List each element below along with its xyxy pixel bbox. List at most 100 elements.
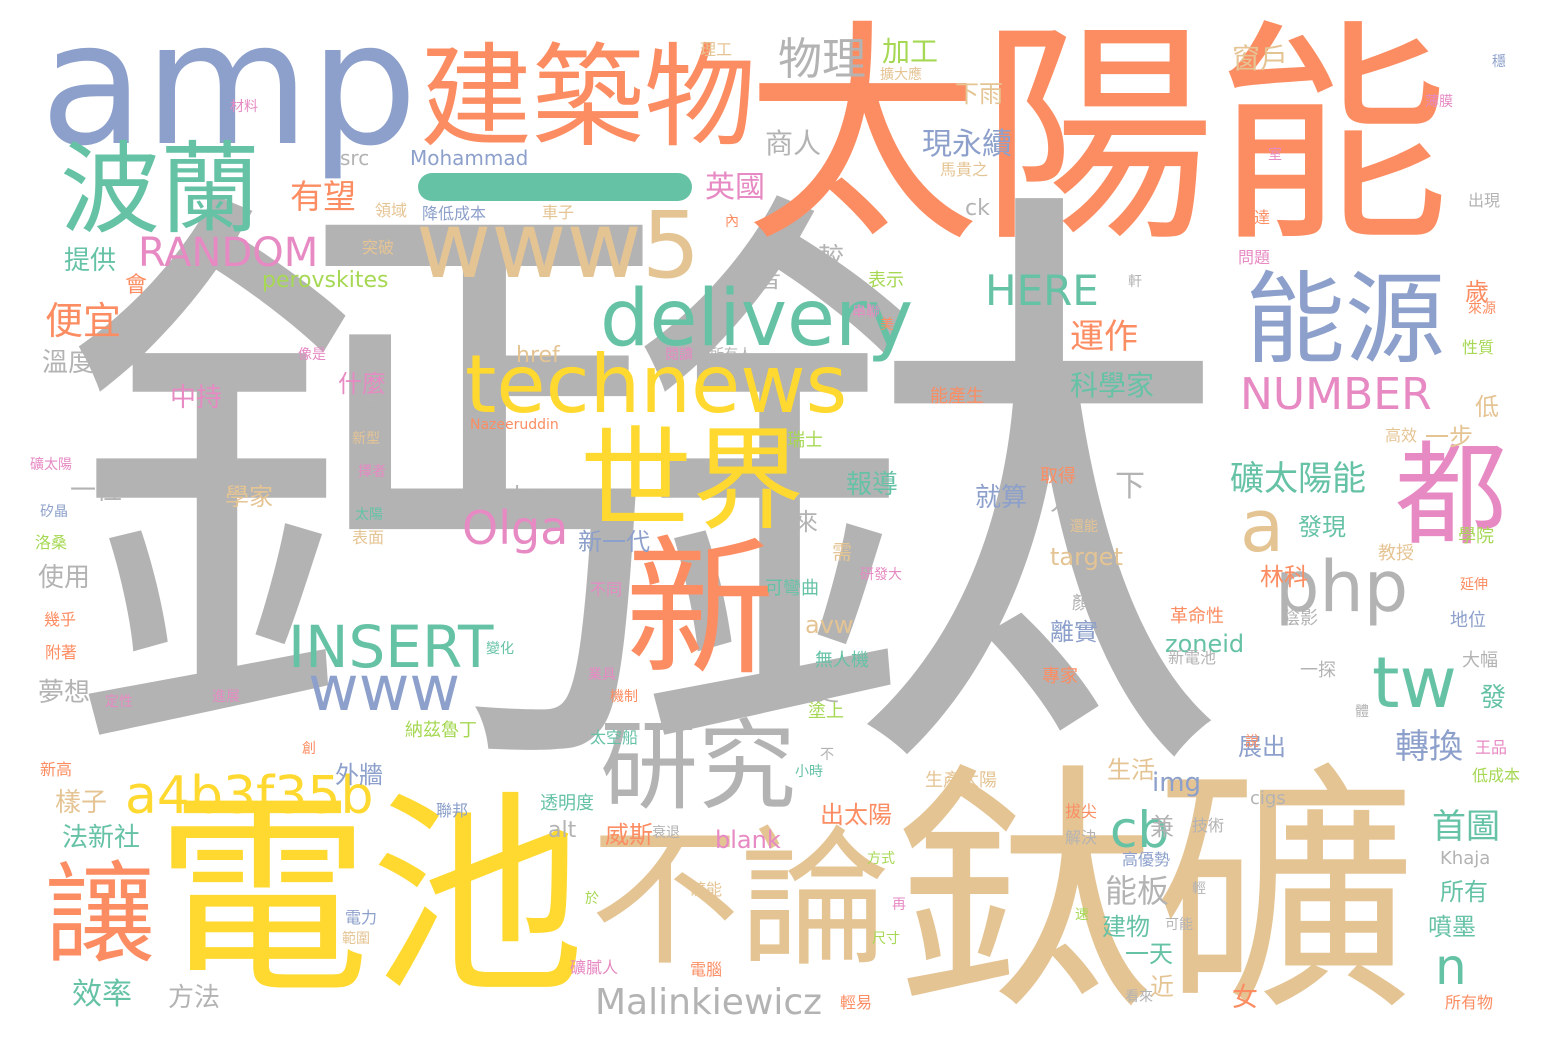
word-68: Nazeeruddin xyxy=(470,417,559,433)
word-83: 能板 xyxy=(1105,872,1170,910)
word-84: 建物 xyxy=(1102,913,1150,941)
word-24: RANDOM xyxy=(138,230,319,276)
word-75: 人類 xyxy=(1050,488,1098,516)
word-159: 像是 xyxy=(298,347,326,363)
word-158: 新高 xyxy=(40,760,73,779)
word-139: 材料 xyxy=(230,99,258,115)
word-33: 有望 xyxy=(290,177,356,216)
word-98: 近 xyxy=(1150,973,1174,1001)
word-100: 外牆 xyxy=(335,761,383,789)
word-30: Malinkiewicz xyxy=(595,982,823,1023)
word-96: 兼 xyxy=(1150,813,1174,841)
word-109: 學院 xyxy=(1458,526,1494,547)
word-52: 法新社 xyxy=(62,823,141,853)
word-112: 地位 xyxy=(1450,610,1486,631)
word-82: 威斯 xyxy=(605,821,653,849)
word-162: 擇者 xyxy=(358,464,386,480)
word-150: 薄膜 xyxy=(1425,94,1453,110)
word-192: 說 xyxy=(1245,734,1259,750)
word-92: 板者 xyxy=(733,265,781,293)
word-40: 運作 xyxy=(1070,317,1138,357)
word-56: perovskites xyxy=(262,268,389,293)
word-62: blank xyxy=(715,826,781,854)
word-135: 可能 xyxy=(1165,917,1193,933)
word-140: 擴大應 xyxy=(880,67,922,83)
word-119: 塗上 xyxy=(808,701,844,722)
word-26: HERE xyxy=(985,266,1099,315)
word-120: 生產太陽 xyxy=(925,770,997,791)
word-146: 問題 xyxy=(1238,248,1271,267)
word-42: 轉換 xyxy=(1395,727,1463,767)
word-88: 一步 xyxy=(1425,423,1473,451)
word-166: 變化 xyxy=(486,641,514,657)
word-110: 教授 xyxy=(1378,543,1414,564)
word-132: 看來 xyxy=(1125,989,1153,1005)
word-193: 延伸 xyxy=(1460,577,1488,593)
word-151: 高效 xyxy=(1385,426,1418,445)
word-73: 新一代 xyxy=(578,528,650,556)
word-87: 噴墨 xyxy=(1428,913,1476,941)
word-175: 所有人 xyxy=(710,347,752,363)
word-180: 需 xyxy=(832,540,852,564)
word-164: 表面 xyxy=(352,528,385,547)
word-148: 來源 xyxy=(1468,301,1496,317)
word-145: 已達 xyxy=(1238,208,1271,227)
word-36: 下雨 xyxy=(955,80,1003,108)
word-97: 女 xyxy=(1232,983,1259,1013)
word-156: 附著 xyxy=(45,643,78,662)
word-69: 降低成本 xyxy=(422,204,487,223)
word-76: 發現 xyxy=(1298,513,1346,541)
word-168: 聯邦 xyxy=(436,801,469,820)
word-187: 創 xyxy=(302,741,316,757)
word-186: 於 xyxy=(585,891,599,907)
word-101: 會 xyxy=(125,273,148,298)
word-125: 高優勢 xyxy=(1122,850,1171,869)
word-107: 研發大 xyxy=(860,567,902,583)
word-188: 不 xyxy=(820,747,834,763)
word-103: 能產生 xyxy=(930,386,984,407)
word-138: 理工 xyxy=(700,40,733,59)
word-165: 不同 xyxy=(590,580,623,599)
word-23: 物理 xyxy=(778,34,866,85)
word-85: 一天 xyxy=(1125,940,1173,968)
word-137: 範圍 xyxy=(342,931,370,947)
word-80: 生活 xyxy=(1107,756,1155,784)
word-153: 矽晶 xyxy=(40,504,68,520)
word-53: 方法 xyxy=(168,983,221,1013)
word-155: 幾乎 xyxy=(44,610,77,629)
word-78: 離實 xyxy=(1050,618,1098,646)
word-118: 無人機 xyxy=(815,650,869,671)
word-104: 瑞士 xyxy=(787,430,823,451)
word-50: 一位 xyxy=(70,476,123,506)
word-35: 加工 xyxy=(882,35,939,68)
word-171: 拔尖 xyxy=(1065,802,1098,821)
word-54: src xyxy=(340,146,370,170)
word-55: Mohammad xyxy=(410,146,529,170)
word-179: 內 xyxy=(725,214,739,230)
word-143: 突破 xyxy=(362,238,395,257)
word-41: 科學家 xyxy=(1070,369,1155,402)
word-25: NUMBER xyxy=(1240,369,1432,420)
word-51: 樣子 xyxy=(55,788,108,818)
word-71: 報導 xyxy=(846,470,899,500)
word-81: 出太陽 xyxy=(820,801,892,829)
word-105: 取得 xyxy=(1040,466,1076,487)
word-163: 太陽 xyxy=(355,507,383,523)
word-64: avw xyxy=(805,611,854,639)
word-161: 新型 xyxy=(352,431,380,447)
word-37: 窗戶 xyxy=(1232,42,1289,75)
word-124: 技術 xyxy=(1192,816,1225,835)
word-130: 礦膩人 xyxy=(570,958,619,977)
word-134: 輕易 xyxy=(840,993,873,1012)
word-32: 便宜 xyxy=(45,299,122,343)
word-154: 洛桑 xyxy=(35,533,68,552)
word-126: 解決 xyxy=(1065,828,1098,847)
word-43: 首圖 xyxy=(1432,807,1500,847)
word-74: 就算 xyxy=(975,483,1028,513)
word-106: 可彎曲 xyxy=(765,578,819,599)
word-131: 電腦 xyxy=(690,960,723,979)
word-77: 林科 xyxy=(1260,563,1308,591)
word-149: 性質 xyxy=(1462,338,1495,357)
word-178: 美 xyxy=(880,317,894,333)
word-144: 車子 xyxy=(542,203,575,222)
